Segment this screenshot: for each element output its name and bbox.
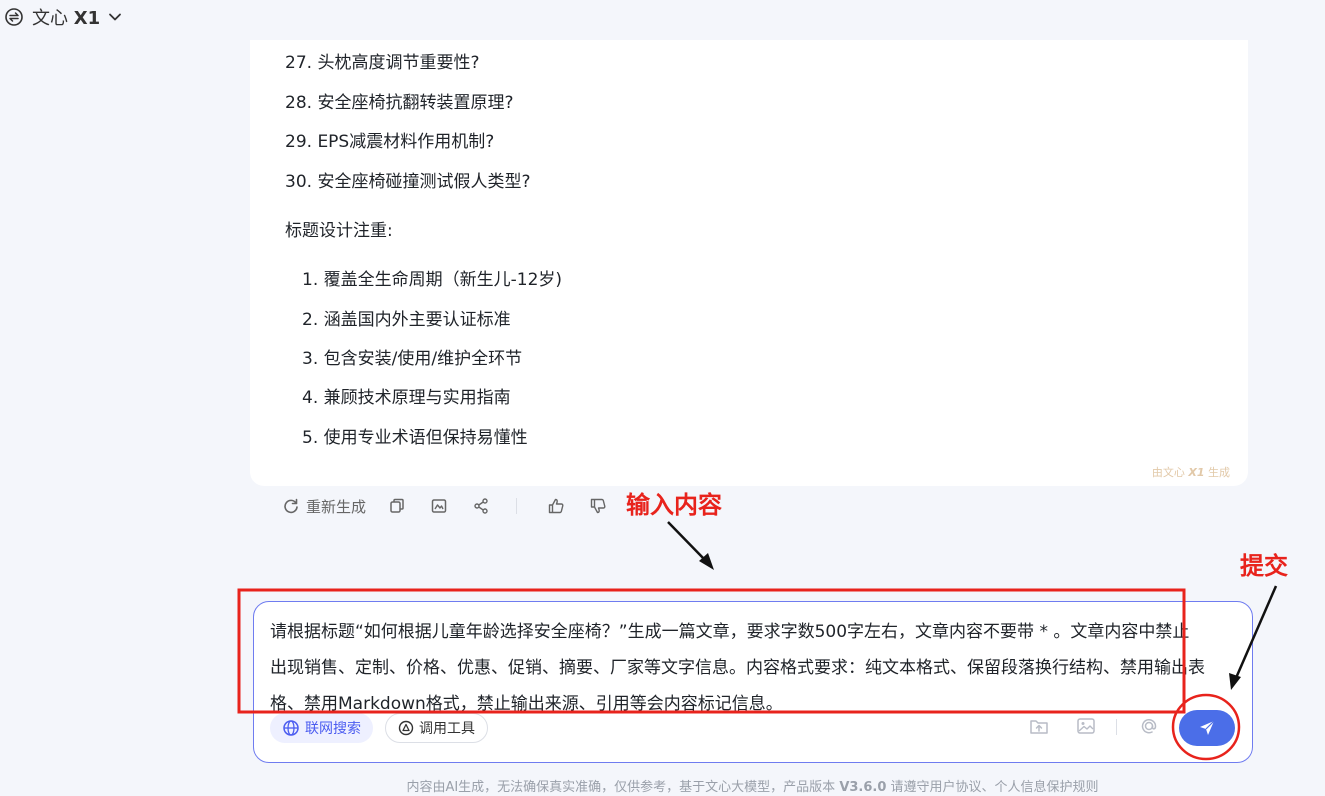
- annotation-submit-label: 提交: [1240, 552, 1288, 580]
- footer-version: V3.6.0: [839, 780, 887, 795]
- chat-input-text[interactable]: 请根据标题“如何根据儿童年龄选择安全座椅？”生成一篇文章，要求字数500字左右，…: [270, 614, 1205, 722]
- use-tools-label: 调用工具: [419, 721, 475, 737]
- send-button[interactable]: [1179, 710, 1235, 746]
- question-item: 27. 头枕高度调节重要性?: [285, 53, 480, 73]
- footer-suffix[interactable]: 请遵守用户协议、个人信息保护规则: [886, 780, 1099, 795]
- action-divider: [516, 498, 518, 514]
- switch-icon: [4, 7, 24, 27]
- chat-input-box: 请根据标题“如何根据儿童年龄选择安全座椅？”生成一篇文章，要求字数500字左右，…: [253, 601, 1253, 763]
- footer-disclaimer: 内容由AI生成，无法确保真实准确，仅供参考，基于文心大模型，产品版本 V3.6.…: [0, 776, 1325, 795]
- like-button[interactable]: [547, 497, 565, 515]
- model-switcher[interactable]: 文心 X1: [0, 0, 200, 34]
- upload-image-button[interactable]: [1075, 715, 1097, 737]
- design-point: 2. 涵盖国内外主要认证标准: [302, 310, 511, 330]
- image-export-button[interactable]: [430, 497, 448, 515]
- model-name: 文心 X1: [32, 4, 100, 30]
- upload-icon: [1030, 720, 1048, 734]
- send-icon: [1200, 720, 1215, 735]
- at-sign-icon: [1141, 719, 1157, 734]
- web-search-toggle[interactable]: 联网搜索: [270, 713, 373, 743]
- regenerate-label: 重新生成: [306, 497, 367, 516]
- watermark-model: X1: [1188, 466, 1205, 479]
- design-point: 3. 包含安装/使用/维护全环节: [302, 349, 523, 369]
- thumbs-up-icon: [548, 498, 564, 514]
- answer-action-bar: 重新生成: [282, 492, 607, 520]
- regenerate-button[interactable]: 重新生成: [282, 496, 366, 517]
- copy-button[interactable]: [388, 497, 406, 515]
- use-tools-button[interactable]: 调用工具: [385, 713, 488, 743]
- globe-icon: [283, 720, 299, 736]
- picture-icon: [1077, 718, 1095, 734]
- generated-by-watermark: 由文心 X1 生成: [1152, 464, 1230, 480]
- dislike-button[interactable]: [589, 497, 607, 515]
- web-search-label: 联网搜索: [305, 721, 361, 737]
- chevron-down-icon: [108, 10, 122, 24]
- footer-prefix: 内容由AI生成，无法确保真实准确，仅供参考，基于文心大模型，产品版本: [406, 780, 840, 795]
- upload-file-button[interactable]: [1028, 715, 1050, 737]
- question-item: 28. 安全座椅抗翻转装置原理?: [285, 93, 514, 113]
- image-icon: [431, 499, 447, 513]
- annotation-arrow-input: [667, 521, 714, 570]
- note-title: 标题设计注重:: [285, 221, 393, 241]
- watermark-suffix: 生成: [1208, 466, 1230, 479]
- share-icon: [474, 498, 488, 514]
- share-button[interactable]: [472, 497, 490, 515]
- thumbs-down-icon: [590, 498, 606, 514]
- tools-icon: [398, 720, 414, 736]
- design-point: 1. 覆盖全生命周期（新生儿-12岁): [302, 270, 563, 290]
- model-suffix: X1: [73, 8, 101, 29]
- question-item: 30. 安全座椅碰撞测试假人类型?: [285, 172, 531, 192]
- answer-card: 27. 头枕高度调节重要性? 28. 安全座椅抗翻转装置原理? 29. EPS减…: [250, 40, 1248, 486]
- annotation-input-label: 输入内容: [626, 491, 722, 519]
- mention-button[interactable]: [1138, 715, 1160, 737]
- watermark-prefix: 由文心: [1151, 466, 1185, 479]
- copy-icon: [390, 498, 404, 513]
- model-prefix: 文心: [32, 8, 68, 29]
- refresh-icon: [284, 498, 298, 514]
- input-divider: [1116, 719, 1117, 735]
- design-point: 4. 兼顾技术原理与实用指南: [302, 388, 511, 408]
- question-item: 29. EPS减震材料作用机制?: [285, 132, 495, 152]
- design-point: 5. 使用专业术语但保持易懂性: [302, 428, 528, 448]
